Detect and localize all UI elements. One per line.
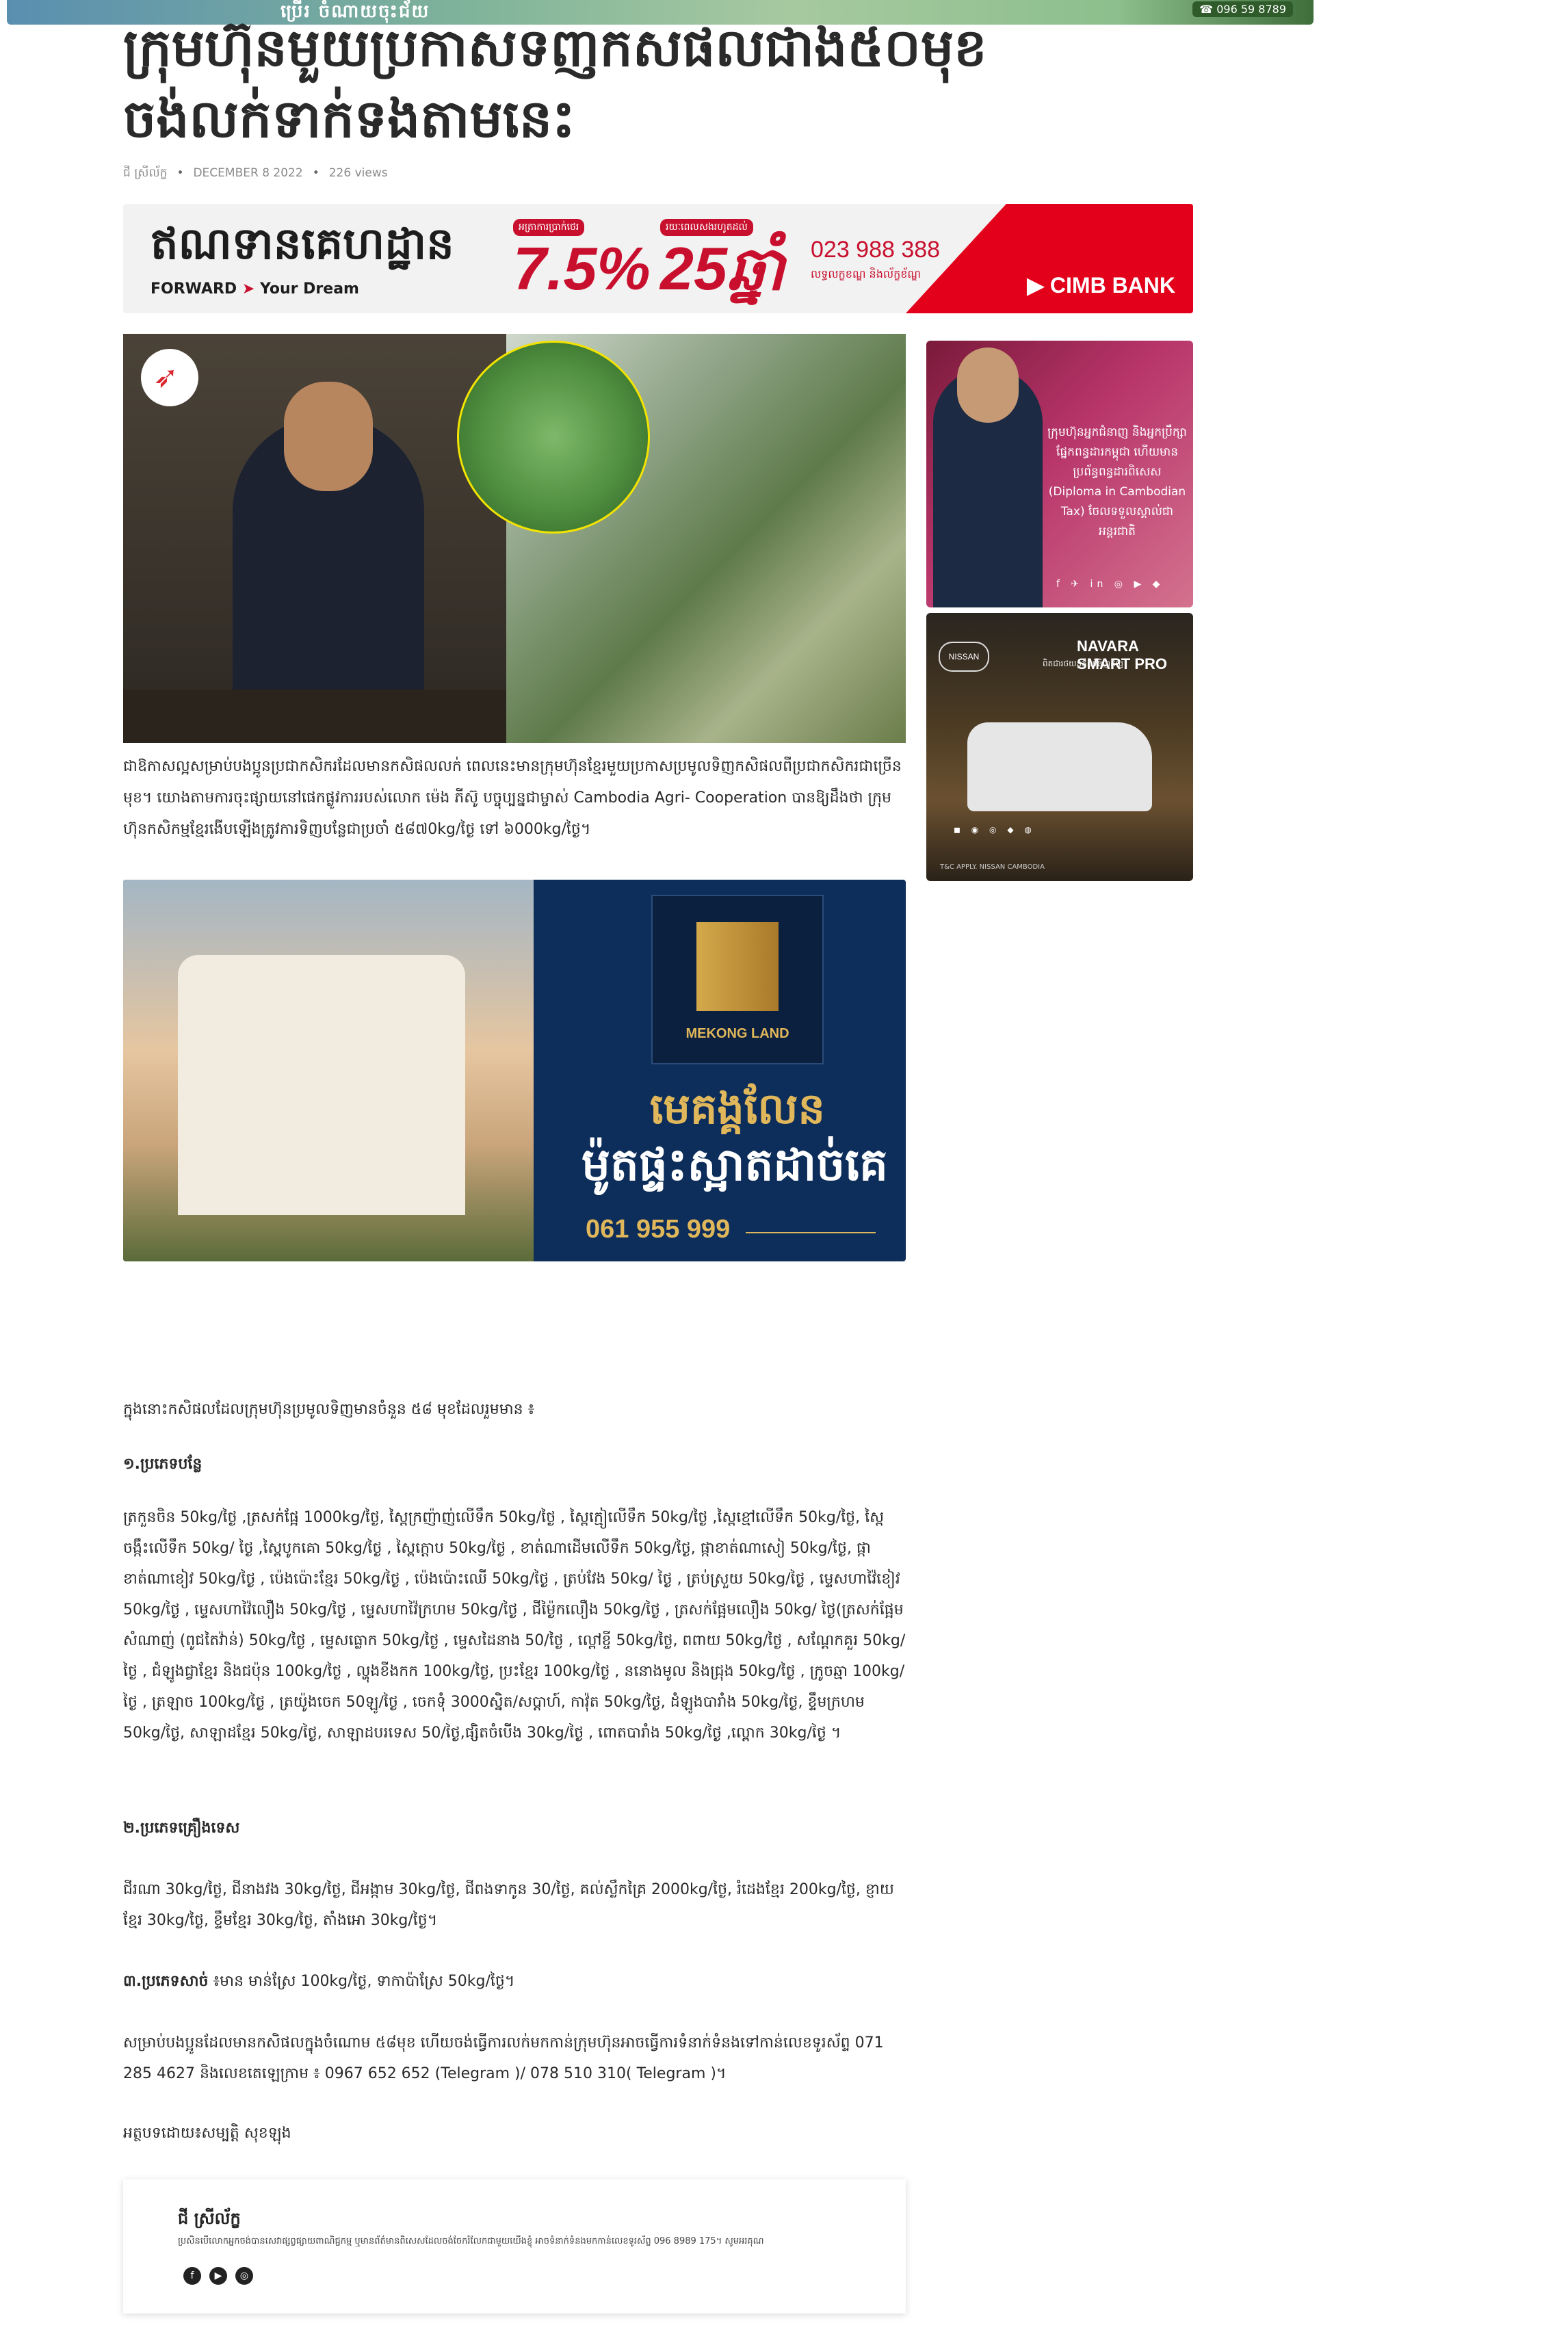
nissan-subtitle: ពិតជារថយន្តដឹកទំនិញដ៏ល្អ <box>1043 659 1124 668</box>
section-heading-vegetables: ១.ប្រភេទបន្លែ <box>123 1456 202 1473</box>
site-logo-icon: ➶ <box>141 349 198 406</box>
section-heading-spices: ២.ប្រភេទគ្រឿងទេស <box>123 1820 240 1837</box>
author-name[interactable]: ជី ស្រីល័ក្ខ <box>178 2208 241 2232</box>
bok-choy-inset <box>457 341 650 534</box>
arrow-icon: ➤ <box>241 280 255 298</box>
pickup-truck-image <box>967 722 1152 811</box>
article-hero-image: ➶ <box>123 334 906 743</box>
body-intro: ក្នុងនោះកសិផលដែលក្រុមហ៊ុនប្រមូលទិញមានចំន… <box>123 1401 535 1418</box>
meta-separator: • <box>177 166 184 180</box>
cimb-term-tag: រយៈពេលសងរហូតដល់ <box>660 219 753 236</box>
instagram-icon[interactable]: ◎ <box>235 2267 253 2285</box>
cimb-term: 25ឆ្នាំ <box>660 235 785 302</box>
contact-paragraph: សម្រាប់បងប្អូនដែលមានកសិផលក្នុងចំណោម ៥៨មុ… <box>123 2034 884 2082</box>
byline: អត្ថបទដោយ៖សម្បត្តិ សុខឡុង <box>123 2125 291 2142</box>
desk <box>123 690 506 743</box>
section-heading-meat: ៣.ប្រភេទសាច់ <box>123 1973 209 1990</box>
vegetables-list: ត្រកួនចិន 50kg/ថ្ងៃ ,ត្រសក់ផ្អែ 1000kg/ថ… <box>123 1509 906 1742</box>
meta-separator: • <box>312 166 319 180</box>
cimb-bank-banner-ad[interactable]: ឥណទានគេហដ្ឋាន FORWARD ➤ Your Dream អត្រា… <box>123 204 1193 313</box>
building-icon <box>696 922 779 1011</box>
social-icons: f ✈ in ◎ ▶ ◆ <box>1056 579 1164 590</box>
cimb-tagline: FORWARD ➤ Your Dream <box>151 280 359 298</box>
mekong-land-ad[interactable]: MEKONG LAND មេគង្គលែន ម៉ូតផ្ទះស្អាតដាច់គ… <box>123 880 906 1261</box>
mekong-land-logo: MEKONG LAND <box>651 895 824 1064</box>
view-count: 226 views <box>328 166 388 180</box>
author-box: ជី ស្រីល័ក្ខ ប្រសិនបើលោកអ្នកចង់បានសេវាផ្… <box>123 2179 906 2313</box>
meat-list: ៖មាន មាន់ស្រែ 100kg/ថ្ងៃ, ទាកាប៉ាស្រែ 50… <box>213 1973 515 1990</box>
top-ad-phone: ☎ 096 59 8789 <box>1192 1 1293 17</box>
cimb-logo-icon: ▶ <box>1027 273 1045 298</box>
cimb-phone: 023 988 388 <box>811 237 941 263</box>
mekong-phone: 061 955 999 <box>586 1215 731 1244</box>
sidebar-nissan-ad[interactable]: NISSAN NAVARA SMART PRO ពិតជារថយន្តដឹកទំ… <box>926 613 1193 881</box>
presenter-face <box>957 348 1019 423</box>
cimb-rate-tag: អត្រាការប្រាក់ថេរ <box>513 219 585 236</box>
cimb-rate-box: អត្រាការប្រាក់ថេរ 7.5% <box>513 219 651 302</box>
cimb-brand: ▶ CIMB BANK <box>1027 273 1175 298</box>
cimb-phone-sub: លទ្ធលក្ខខណ្ឌ និងល័ក្ខខ័ណ្ឌ <box>811 267 921 280</box>
author-link[interactable]: ជី ស្រីល័ក្ខ <box>123 166 167 180</box>
sidebar-tax-ad[interactable]: ក្រុមហ៊ុនអ្នកជំនាញ និងអ្នកប្រឹក្សាផ្នែកព… <box>926 341 1193 607</box>
villa-building <box>178 955 465 1215</box>
facebook-icon[interactable]: f <box>183 2267 201 2285</box>
nissan-logo: NISSAN <box>939 642 989 672</box>
mekong-subheadline: ម៉ូតផ្ទះស្អាតដាច់គេ <box>582 1138 888 1191</box>
author-bio: ប្រសិនបើលោកអ្នកចង់បានសេវាផ្សព្វផ្សាយពាណិ… <box>178 2236 764 2246</box>
article-meta: ជី ស្រីល័ក្ខ • DECEMBER 8 2022 • 226 views <box>123 166 397 183</box>
spices-list: ជីរណា 30kg/ថ្ងៃ, ជីនាងវង 30kg/ថ្ងៃ, ជីអង… <box>123 1881 894 1929</box>
youtube-icon[interactable]: ▶ <box>209 2267 227 2285</box>
divider <box>746 1232 876 1233</box>
cimb-term-box: រយៈពេលសងរហូតដល់ 25ឆ្នាំ <box>660 219 785 302</box>
author-social-links: f ▶ ◎ <box>183 2267 261 2285</box>
publish-date: DECEMBER 8 2022 <box>193 166 303 180</box>
mekong-headline: មេគង្គលែន <box>650 1084 825 1133</box>
tax-ad-text: ក្រុមហ៊ុនអ្នកជំនាញ និងអ្នកប្រឹក្សាផ្នែកព… <box>1047 425 1187 538</box>
article-title: ក្រុមហ៊ុនមួយប្រកាសទញកសផលជាង៥០មុខ ចង់លក់ទ… <box>123 17 987 149</box>
cimb-slogan: ឥណទានគេហដ្ឋាន <box>151 219 454 270</box>
meat-section: ៣.ប្រភេទសាច់ ៖មាន មាន់ស្រែ 100kg/ថ្ងៃ, ទ… <box>123 1966 906 1997</box>
feature-icons: ◼ ◉ ◎ ◆ ◍ <box>954 825 1036 835</box>
cimb-rate: 7.5% <box>513 235 651 302</box>
hero-caption-paragraph: ជាឱកាសល្អសម្រាប់បងប្អូនប្រជាកសិករដែលមានក… <box>123 758 902 838</box>
nissan-footnote: T&C APPLY. NISSAN CAMBODIA <box>940 863 1045 871</box>
businessman-face <box>284 382 373 491</box>
